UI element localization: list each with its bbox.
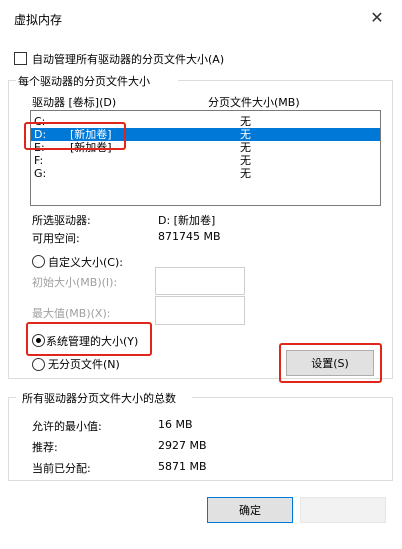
list-item[interactable]: F: 无 — [31, 154, 380, 167]
drive-pagesize: 无 — [240, 128, 251, 141]
group1-border-left-top — [8, 80, 16, 81]
drive-pagesize: 无 — [240, 154, 251, 167]
group2-border-right — [392, 397, 393, 480]
recommended-value: 2927 MB — [158, 439, 207, 452]
drive-pagesize: 无 — [240, 115, 251, 128]
auto-manage-checkbox[interactable] — [14, 52, 27, 65]
ok-button-label: 确定 — [239, 504, 261, 517]
max-size-input[interactable] — [155, 296, 245, 325]
list-item[interactable]: G: 无 — [31, 167, 380, 180]
custom-size-radio[interactable] — [32, 255, 45, 268]
group2-title: 所有驱动器分页文件大小的总数 — [22, 392, 176, 405]
recommended-label: 推荐: — [32, 441, 58, 454]
current-allocated-value: 5871 MB — [158, 460, 207, 473]
window-title: 虚拟内存 — [14, 13, 63, 27]
free-space-value: 871745 MB — [158, 230, 221, 243]
group1-title: 每个驱动器的分页文件大小 — [18, 75, 150, 88]
group1-border-right — [392, 80, 393, 378]
selected-drive-label: 所选驱动器: — [32, 214, 91, 227]
ok-button[interactable]: 确定 — [207, 497, 293, 523]
min-allowed-value: 16 MB — [158, 418, 193, 431]
column-pagesize-header: 分页文件大小(MB) — [208, 96, 300, 109]
drive-letter: F: — [34, 154, 44, 167]
close-icon[interactable]: ✕ — [366, 6, 388, 28]
group2-border-left-top — [8, 397, 16, 398]
highlight-system-managed — [26, 322, 152, 356]
group1-border-right-top — [178, 80, 392, 81]
group2-border-right-top — [192, 397, 392, 398]
selected-drive-value: D: [新加卷] — [158, 214, 216, 227]
column-drive-header: 驱动器 [卷标](D) — [32, 96, 117, 109]
group2-border-bottom — [8, 480, 393, 481]
initial-size-label: 初始大小(MB)(I): — [32, 276, 118, 289]
current-allocated-label: 当前已分配: — [32, 462, 91, 475]
cancel-button[interactable] — [300, 497, 386, 523]
group2-border-left — [8, 397, 9, 480]
custom-size-label: 自定义大小(C): — [48, 256, 123, 269]
no-paging-label: 无分页文件(N) — [48, 358, 120, 371]
auto-manage-label: 自动管理所有驱动器的分页文件大小(A) — [32, 53, 225, 66]
max-size-label: 最大值(MB)(X): — [32, 307, 111, 320]
highlight-set-button — [279, 343, 382, 383]
min-allowed-label: 允许的最小值: — [32, 420, 102, 433]
group1-border-left — [8, 80, 9, 378]
highlight-selected-drive — [24, 122, 126, 150]
initial-size-input[interactable] — [155, 267, 245, 295]
drive-pagesize: 无 — [240, 167, 251, 180]
no-paging-radio[interactable] — [32, 358, 45, 371]
free-space-label: 可用空间: — [32, 232, 80, 245]
drive-pagesize: 无 — [240, 141, 251, 154]
drive-letter: G: — [34, 167, 47, 180]
